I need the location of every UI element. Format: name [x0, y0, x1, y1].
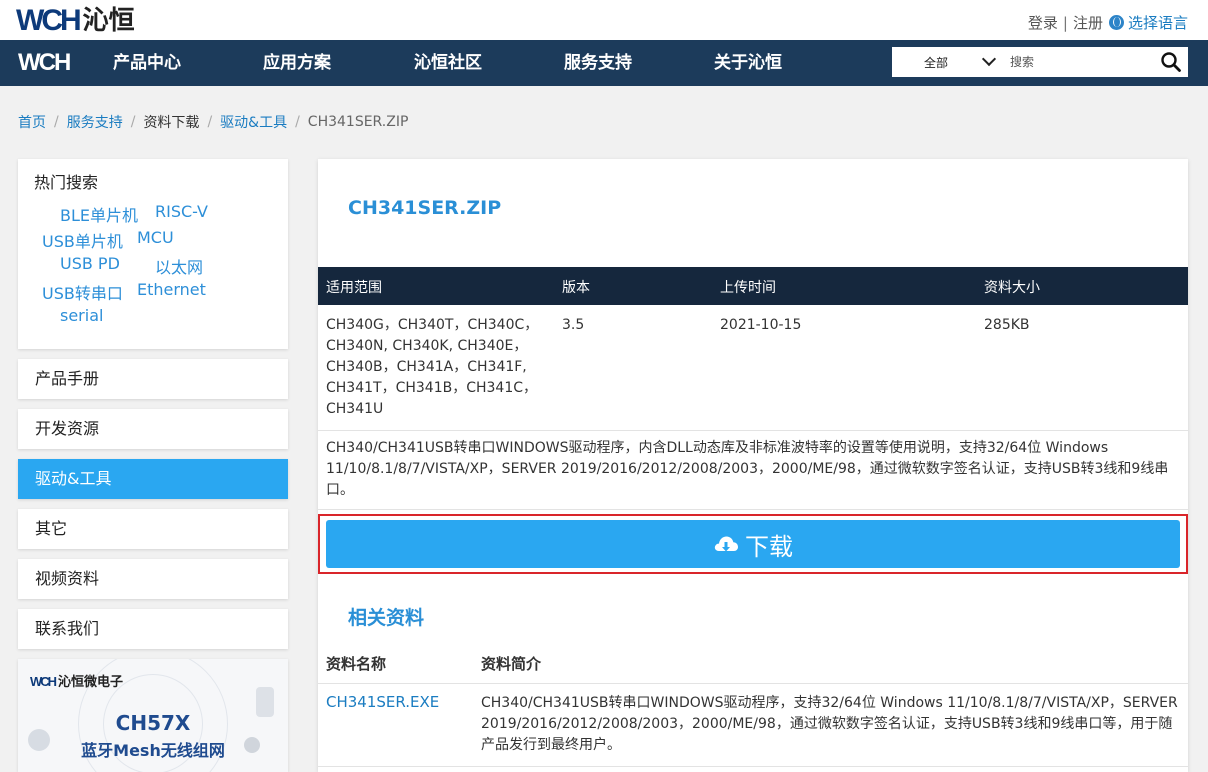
- hot-tag[interactable]: USB单片机: [42, 228, 123, 252]
- sidebar-item-drivers-tools[interactable]: 驱动&工具: [18, 459, 288, 499]
- nav-item-community[interactable]: 沁恒社区: [414, 40, 482, 86]
- breadcrumb: 首页 / 服务支持 / 资料下载 / 驱动&工具 / CH341SER.ZIP: [18, 112, 408, 132]
- top-bar: WCH 沁恒 登录 | 注册 选择语言: [0, 0, 1208, 40]
- column-header: 资料大小: [984, 280, 1040, 296]
- hot-tag[interactable]: Ethernet: [137, 280, 206, 299]
- related-doc-link[interactable]: CH341SER.EXE: [326, 693, 439, 711]
- related-title: 相关资料: [348, 607, 425, 629]
- hot-tag[interactable]: RISC-V: [155, 202, 208, 221]
- sidebar-item-manuals[interactable]: 产品手册: [18, 359, 288, 399]
- hot-tag[interactable]: USB转串口: [42, 280, 123, 304]
- sidebar-item-dev-resources[interactable]: 开发资源: [18, 409, 288, 449]
- size-cell: 285KB: [984, 317, 1030, 333]
- related-column-header: 资料名称: [326, 655, 387, 673]
- logo-mark: WCH: [16, 4, 82, 37]
- hot-tag[interactable]: MCU: [137, 228, 174, 247]
- search-input[interactable]: [1010, 52, 1150, 72]
- related-doc-description: CH340/CH341USB转串口WINDOWS驱动程序，支持32/64位 Wi…: [481, 695, 1178, 753]
- chevron-down-icon[interactable]: [981, 51, 997, 67]
- link-separator: |: [1062, 13, 1068, 32]
- sidebar-item-videos[interactable]: 视频资料: [18, 559, 288, 599]
- download-button[interactable]: 下载: [326, 520, 1180, 568]
- nav-item-solutions[interactable]: 应用方案: [263, 40, 331, 86]
- column-header: 版本: [562, 280, 590, 296]
- hot-tag[interactable]: BLE单片机: [60, 202, 138, 226]
- scope-line: CH340N, CH340K, CH340E，: [326, 338, 528, 354]
- divider: [318, 766, 1188, 767]
- sidebar-item-others[interactable]: 其它: [18, 509, 288, 549]
- login-link[interactable]: 登录: [1028, 12, 1058, 33]
- download-label: 下载: [745, 532, 793, 561]
- divider: [318, 430, 1188, 431]
- scope-line: CH340B，CH341A，CH341F,: [326, 359, 527, 375]
- language-label: 选择语言: [1127, 14, 1188, 32]
- site-logo[interactable]: WCH 沁恒: [16, 4, 135, 38]
- search-icon[interactable]: [1160, 51, 1182, 73]
- scope-line: CH340G，CH340T，CH340C，: [326, 317, 539, 333]
- nav-item-support[interactable]: 服务支持: [564, 40, 632, 86]
- cloud-download-icon: [714, 536, 738, 552]
- column-header: 上传时间: [720, 280, 776, 296]
- banner-subtitle: 蓝牙Mesh无线组网: [81, 741, 225, 760]
- divider: [318, 683, 1188, 684]
- hot-search-panel: 热门搜索 BLE单片机 RISC-V USB单片机 MCU USB PD 以太网…: [18, 159, 288, 349]
- search-scope-select[interactable]: 全部: [924, 54, 948, 71]
- column-header: 适用范围: [326, 280, 382, 296]
- related-column-header: 资料简介: [481, 655, 542, 673]
- breadcrumb-separator: /: [54, 114, 59, 130]
- breadcrumb-separator: /: [207, 114, 213, 130]
- document-table-header: 适用范围 版本 上传时间 资料大小: [318, 267, 1188, 305]
- breadcrumb-support[interactable]: 服务支持: [67, 112, 123, 132]
- nav-logo[interactable]: WCH: [18, 51, 71, 75]
- document-description: CH340/CH341USB转串口WINDOWS驱动程序，内含DLL动态库及非标…: [326, 440, 1169, 498]
- banner-brand-mark: WCH: [30, 674, 57, 689]
- document-panel: CH341SER.ZIP 适用范围 版本 上传时间 资料大小 CH340G，CH…: [318, 159, 1188, 772]
- banner-title: CH57X: [115, 711, 191, 735]
- globe-icon: [1108, 15, 1124, 30]
- sidebar-item-contact[interactable]: 联系我们: [18, 609, 288, 649]
- nav-item-products[interactable]: 产品中心: [113, 40, 181, 86]
- account-links: 登录 | 注册 选择语言: [1028, 12, 1188, 33]
- scope-cell: CH340G，CH340T，CH340C， CH340N, CH340K, CH…: [326, 315, 551, 420]
- hot-tag[interactable]: serial: [60, 306, 103, 325]
- breadcrumb-current: CH341SER.ZIP: [307, 114, 409, 130]
- version-cell: 3.5: [562, 317, 585, 333]
- banner-brand: WCH 沁恒微电子: [30, 671, 123, 690]
- document-title: CH341SER.ZIP: [348, 197, 502, 219]
- scope-line: CH341U: [326, 401, 384, 417]
- nav-item-about[interactable]: 关于沁恒: [714, 40, 782, 86]
- breadcrumb-drivers[interactable]: 驱动&工具: [220, 112, 287, 132]
- upload-time-cell: 2021-10-15: [720, 317, 802, 333]
- logo-text: 沁恒: [82, 6, 135, 36]
- breadcrumb-separator: /: [295, 114, 300, 130]
- hot-tag[interactable]: 以太网: [155, 254, 203, 278]
- breadcrumb-home[interactable]: 首页: [18, 112, 46, 132]
- breadcrumb-separator: /: [130, 114, 136, 130]
- hot-search-title: 热门搜索: [34, 173, 99, 192]
- hot-tag[interactable]: USB PD: [60, 254, 120, 273]
- promo-banner[interactable]: WCH 沁恒微电子 CH57X 蓝牙Mesh无线组网: [18, 659, 288, 772]
- banner-brand-text: 沁恒微电子: [58, 675, 124, 690]
- search-box: 全部: [892, 47, 1188, 77]
- language-selector[interactable]: 选择语言: [1108, 12, 1188, 33]
- divider: [318, 509, 1188, 510]
- breadcrumb-downloads: 资料下载: [143, 115, 200, 131]
- register-link[interactable]: 注册: [1073, 12, 1103, 33]
- scope-line: CH341T，CH341B，CH341C，: [326, 380, 538, 396]
